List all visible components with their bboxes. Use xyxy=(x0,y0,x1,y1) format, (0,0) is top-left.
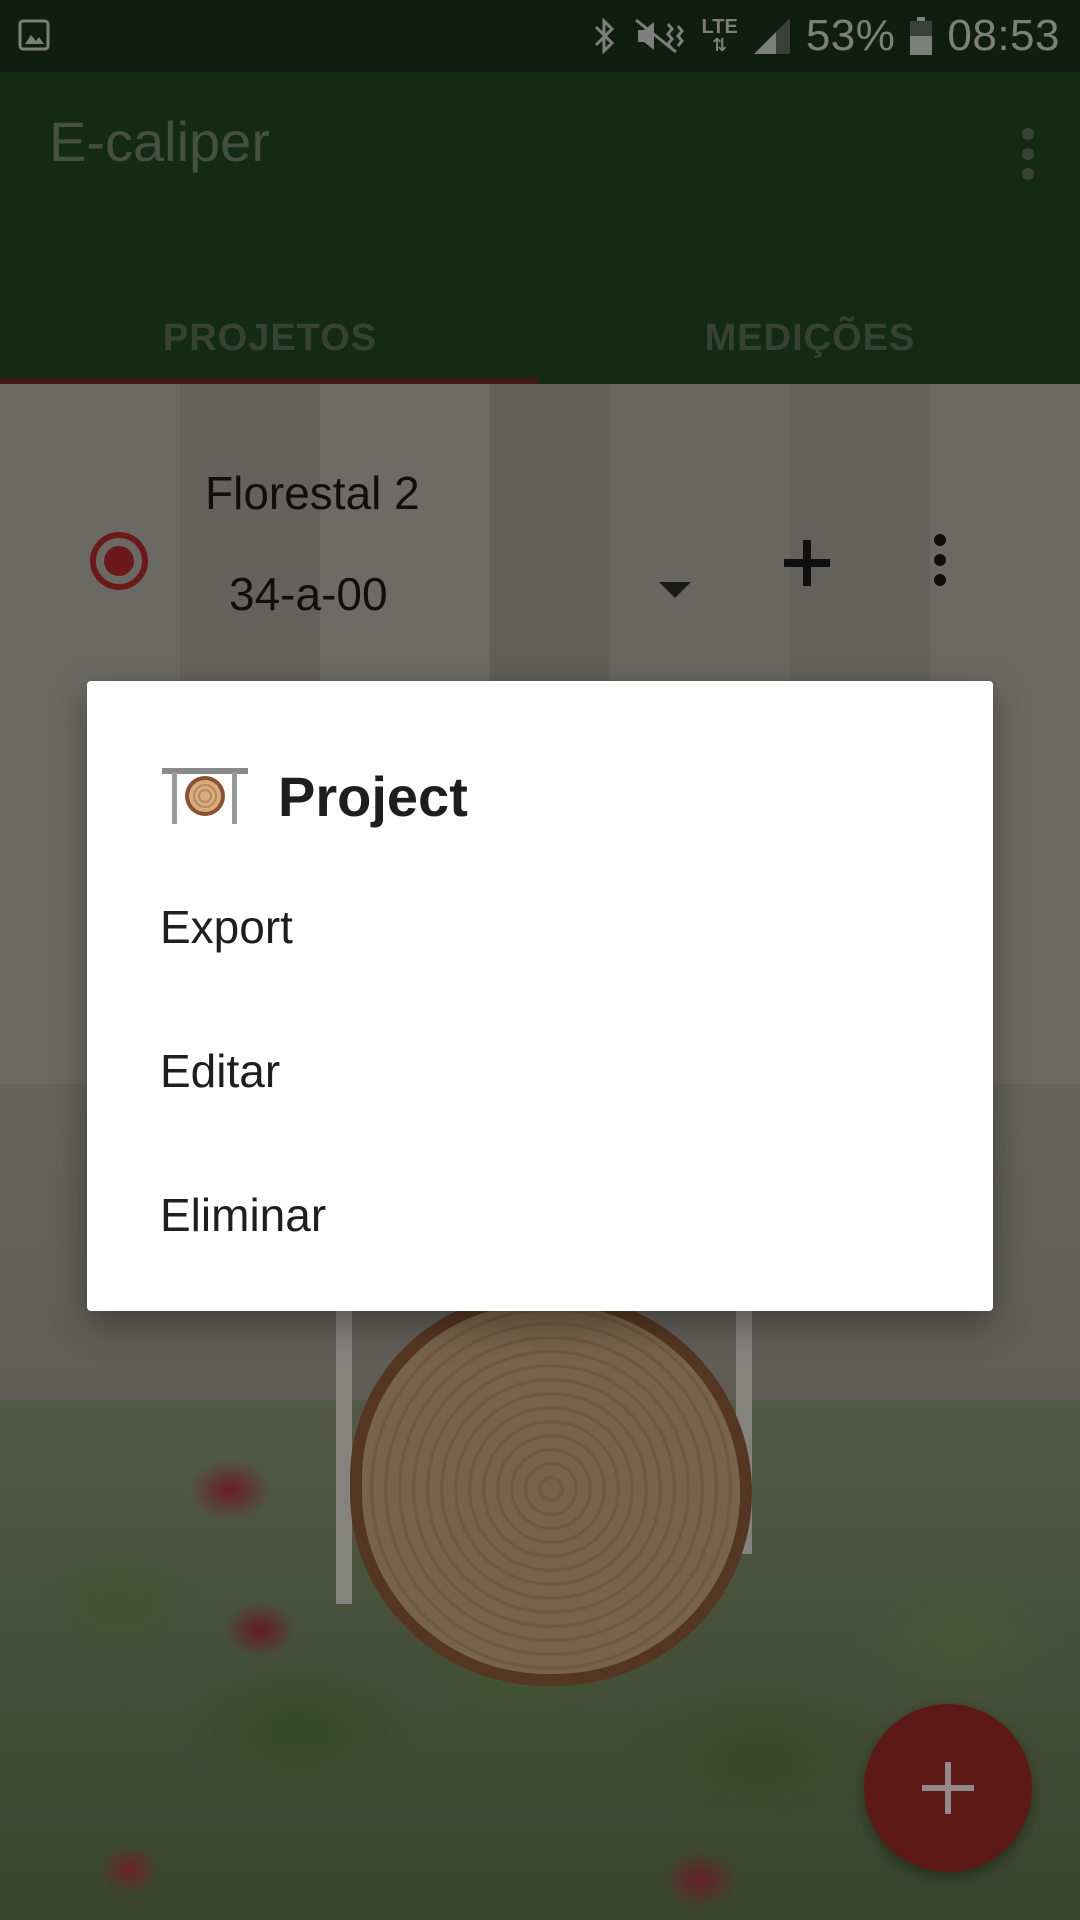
project-options-dialog: Project Export Editar Eliminar xyxy=(87,681,993,1311)
menu-item-eliminar[interactable]: Eliminar xyxy=(160,1165,920,1265)
app-screen: LTE ⇅ 53% 08:53 E-caliper PROJETOS MEDIÇ… xyxy=(0,0,1080,1920)
caliper-log-icon xyxy=(162,768,248,824)
menu-item-editar[interactable]: Editar xyxy=(160,1021,920,1121)
dialog-title: Project xyxy=(278,764,468,828)
menu-item-export[interactable]: Export xyxy=(160,877,920,977)
dialog-header: Project xyxy=(160,751,468,841)
